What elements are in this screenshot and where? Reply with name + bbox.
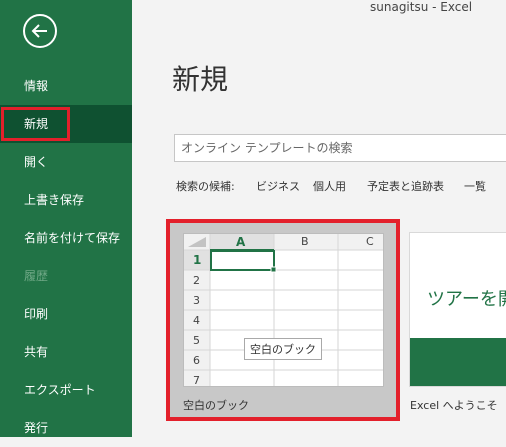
- new-item-highlight-box: [1, 107, 70, 141]
- sidebar-item-history: 履歴: [24, 269, 49, 283]
- sidebar-item-save[interactable]: 上書き保存: [0, 181, 132, 219]
- suggestion-personal[interactable]: 個人用: [313, 178, 346, 194]
- window-title: sunagitsu - Excel: [370, 0, 473, 14]
- sidebar-item-publish[interactable]: 発行: [0, 409, 132, 447]
- tour-preview-text: ツアーを開: [427, 289, 506, 310]
- sidebar-item-share[interactable]: 共有: [0, 333, 132, 371]
- sidebar-item-info[interactable]: 情報: [0, 67, 132, 105]
- search-suggestions-label: 検索の候補:: [176, 180, 235, 193]
- suggestion-lists[interactable]: 一覧: [464, 178, 486, 194]
- sidebar-item-save-as[interactable]: 名前を付けて保存: [0, 219, 132, 257]
- suggestion-business[interactable]: ビジネス: [256, 178, 300, 194]
- back-button[interactable]: [23, 14, 57, 48]
- sidebar-item-print[interactable]: 印刷: [0, 295, 132, 333]
- welcome-tour-template[interactable]: ツアーを開: [409, 232, 506, 387]
- blank-workbook-highlight-box: [166, 219, 400, 421]
- suggestion-calendars-trackers[interactable]: 予定表と追跡表: [367, 178, 444, 194]
- sidebar-item-open[interactable]: 開く: [0, 143, 132, 181]
- sidebar-item-export[interactable]: エクスポート: [0, 371, 132, 409]
- page-title: 新規: [172, 63, 229, 96]
- welcome-template-label: Excel へようこそ: [410, 399, 498, 412]
- tour-preview-band: [410, 338, 506, 386]
- template-search-input[interactable]: オンライン テンプレートの検索: [174, 134, 506, 162]
- back-arrow-icon: [31, 24, 47, 38]
- backstage-sidebar: 情報 新規 開く 上書き保存 名前を付けて保存 履歴 印刷 共有 エクスポート …: [0, 0, 132, 437]
